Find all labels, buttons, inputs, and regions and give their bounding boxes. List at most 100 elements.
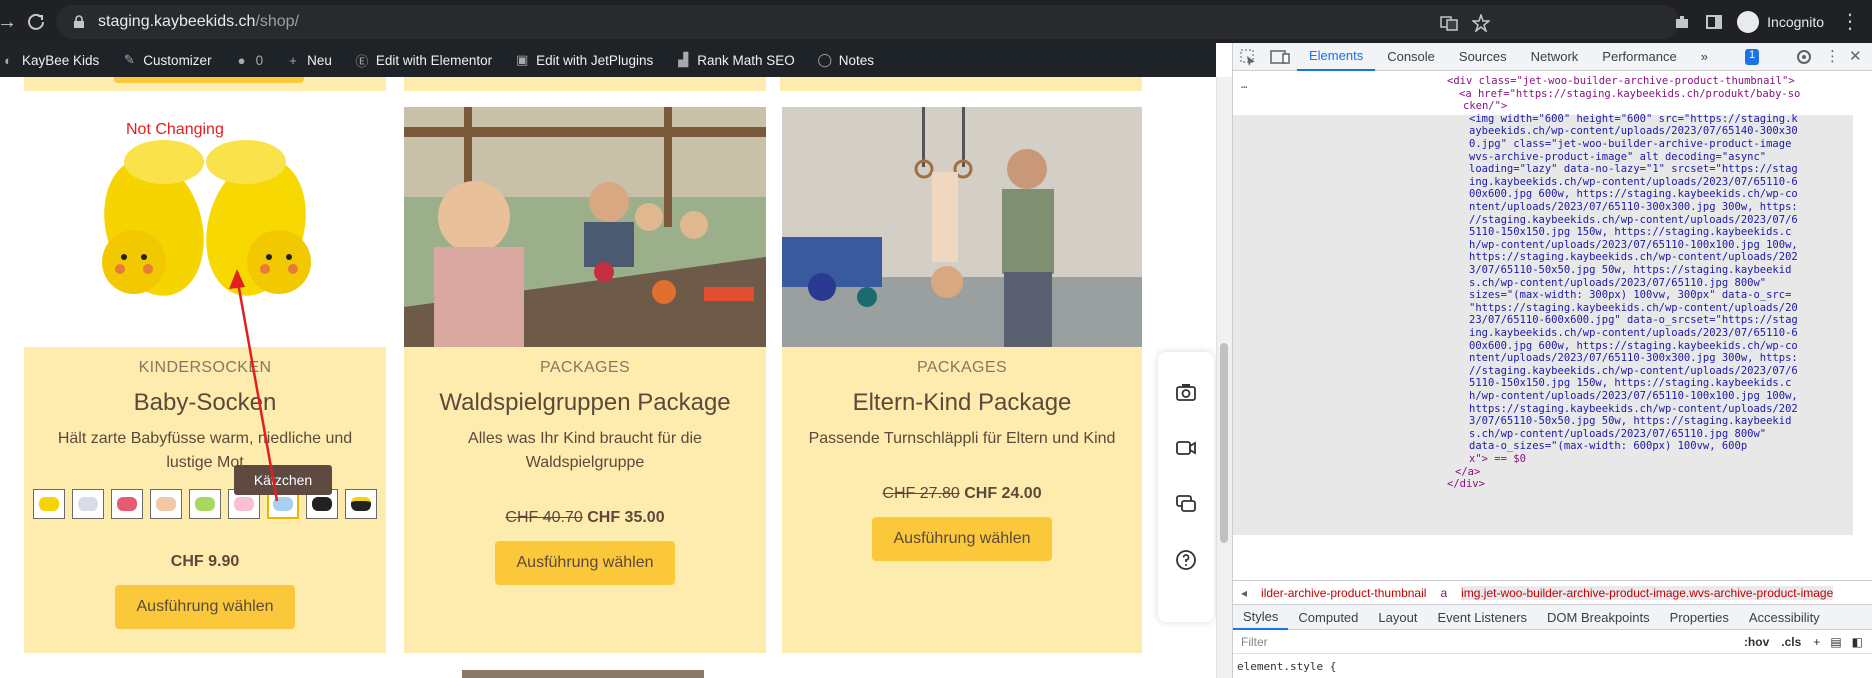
styles-filter-input[interactable]: Filter — [1241, 635, 1744, 649]
brush-icon: ✎ — [123, 52, 135, 67]
wp-elementor[interactable]: Ⓔ Edit with Elementor — [354, 52, 492, 69]
wp-admin-bar: ◐ KayBee Kids ✎ Customizer ● 0 + Neu Ⓔ Edit w… — [0, 43, 1216, 77]
breadcrumb-item-current[interactable]: img.jet-woo-builder-archive-product-imag… — [1461, 585, 1834, 600]
product-price: CHF 27.80 CHF 24.00 — [882, 485, 1042, 502]
jet-icon: ▣ — [516, 52, 529, 67]
wp-jetplugins[interactable]: ▣ Edit with JetPlugins — [514, 52, 653, 68]
browser-toolbar: → staging.kaybeekids.ch/shop/ Incognito … — [0, 0, 1872, 43]
chat-icon[interactable] — [1174, 492, 1198, 516]
dom-code-line[interactable]: </div> — [1447, 478, 1485, 491]
tab-performance[interactable]: Performance — [1590, 43, 1688, 71]
dom-code-line[interactable]: https://staging.kaybeekids.ch/wp-content… — [1469, 251, 1798, 264]
chrome-menu-icon[interactable]: ⋮ — [1838, 10, 1862, 34]
hov-toggle[interactable]: :hov — [1744, 635, 1769, 649]
side-panel-icon[interactable] — [1705, 13, 1723, 31]
tab-sources[interactable]: Sources — [1447, 43, 1519, 71]
device-toolbar-icon[interactable] — [1267, 48, 1297, 66]
subtab-accessibility[interactable]: Accessibility — [1739, 604, 1830, 630]
tab-elements[interactable]: Elements — [1297, 43, 1376, 71]
dom-code-line[interactable]: ing.kaybeekids.ch/wp-content/uploads/202… — [1469, 327, 1798, 340]
element-state-icon[interactable]: ▤ — [1830, 635, 1841, 649]
forward-icon[interactable]: → — [0, 10, 17, 34]
styles-subtabs: Styles Computed Layout Event Listeners D… — [1233, 604, 1872, 630]
product-title[interactable]: Eltern-Kind Package — [782, 389, 1142, 417]
extensions-icon[interactable] — [1673, 13, 1691, 31]
dom-code-line[interactable]: cken/"> — [1463, 100, 1507, 113]
ellipsis-icon[interactable]: … — [1241, 79, 1247, 92]
subtab-dom-breakpoints[interactable]: DOM Breakpoints — [1537, 604, 1660, 630]
settings-gear-icon[interactable] — [1795, 48, 1813, 66]
devtools-menu-icon[interactable]: ⋮ — [1825, 47, 1840, 65]
more-tabs-icon[interactable]: » — [1689, 43, 1720, 71]
address-bar[interactable]: staging.kaybeekids.ch/shop/ — [56, 5, 1680, 39]
dom-code-line[interactable]: 5110-150x150.jpg 150w, https://staging.k… — [1469, 377, 1791, 390]
wp-comments[interactable]: ● 0 — [234, 52, 263, 68]
inspect-element-icon[interactable] — [1233, 48, 1267, 66]
breadcrumb-item[interactable]: a — [1440, 586, 1447, 600]
dom-code-line[interactable]: h/wp-content/uploads/2023/07/65110-100x1… — [1469, 390, 1798, 403]
dom-code-line[interactable]: 00x600.jpg 600w, https://staging.kaybeek… — [1469, 340, 1798, 353]
dom-code-line[interactable]: s.ch/wp-content/uploads/2023/07/65110.jp… — [1469, 428, 1766, 441]
product-title[interactable]: Waldspielgruppen Package — [404, 389, 766, 417]
reload-icon[interactable] — [26, 12, 46, 32]
add-rule-icon[interactable]: + — [1813, 635, 1820, 649]
dom-code-line[interactable]: loading="lazy" data-no-lazy="1" srcset="… — [1469, 163, 1798, 176]
tab-console[interactable]: Console — [1375, 43, 1447, 71]
dom-code-line[interactable]: ntent/uploads/2023/07/65110-300x300.jpg … — [1469, 352, 1798, 365]
wp-customizer[interactable]: ✎ Customizer — [121, 52, 212, 68]
breadcrumb-left-icon[interactable]: ◂ — [1241, 586, 1247, 600]
cls-toggle[interactable]: .cls — [1781, 635, 1801, 649]
dom-code-line[interactable]: <img width="600" height="600" src="https… — [1469, 113, 1798, 126]
dom-code-line[interactable]: ing.kaybeekids.ch/wp-content/uploads/202… — [1469, 176, 1798, 189]
subtab-computed[interactable]: Computed — [1288, 604, 1368, 630]
breadcrumb-item[interactable]: ilder-archive-product-thumbnail — [1261, 586, 1426, 600]
wp-logo-icon: ◐ — [4, 52, 12, 68]
dom-code-line[interactable]: </a> — [1455, 466, 1480, 479]
dom-code-line[interactable]: "https://staging.kaybeekids.ch/wp-conten… — [1469, 302, 1798, 315]
product-image-eltern-kind[interactable] — [782, 107, 1142, 347]
dom-code-line[interactable]: data-o_sizes="(max-width: 600px) 100vw, … — [1469, 440, 1747, 453]
product-image-waldspielgruppen[interactable] — [404, 107, 766, 347]
dom-code-line[interactable]: https://staging.kaybeekids.ch/wp-content… — [1469, 403, 1798, 416]
subtab-styles[interactable]: Styles — [1233, 604, 1289, 630]
dom-code-line[interactable]: 23/07/65110-600x600.jpg" data-o_srcset="… — [1469, 314, 1798, 327]
dom-code-line[interactable]: 5110-150x150.jpg 150w, https://staging.k… — [1469, 226, 1791, 239]
computed-sidebar-icon[interactable]: ◧ — [1852, 635, 1863, 649]
subtab-layout[interactable]: Layout — [1368, 604, 1427, 630]
wp-notes[interactable]: ◯ Notes — [817, 52, 874, 68]
dom-code-line[interactable]: //staging.kaybeekids.ch/wp-content/uploa… — [1469, 214, 1798, 227]
dom-code-line[interactable]: //staging.kaybeekids.ch/wp-content/uploa… — [1469, 365, 1798, 378]
tab-network[interactable]: Network — [1519, 43, 1591, 71]
product-card-eltern-kind: PACKAGES Eltern-Kind Package Passende Tu… — [782, 347, 1142, 653]
dom-code-line[interactable]: ntent/uploads/2023/07/65110-300x300.jpg … — [1469, 201, 1798, 214]
wp-new[interactable]: + Neu — [285, 52, 332, 68]
subtab-properties[interactable]: Properties — [1660, 604, 1739, 630]
issues-badge[interactable]: 1 — [1745, 49, 1760, 65]
select-option-button[interactable]: Ausführung wählen — [494, 541, 676, 585]
dom-code-line[interactable]: x"> == $0 — [1469, 453, 1526, 466]
wp-site-name[interactable]: ◐ KayBee Kids — [0, 52, 99, 68]
dom-code-line[interactable]: <a href="https://staging.kaybeekids.ch/p… — [1459, 88, 1800, 101]
dom-code-line[interactable]: h/wp-content/uploads/2023/07/65110-100x1… — [1469, 239, 1798, 252]
incognito-profile[interactable]: Incognito — [1737, 10, 1824, 33]
url-path: /shop/ — [255, 13, 300, 30]
dom-code-line[interactable]: s.ch/wp-content/uploads/2023/07/65110.jp… — [1469, 277, 1766, 290]
subtab-event-listeners[interactable]: Event Listeners — [1427, 604, 1537, 630]
dom-code-line[interactable]: sizes="(max-width: 300px) 100vw, 300px" … — [1469, 289, 1791, 302]
translate-icon[interactable] — [1440, 14, 1458, 32]
page-scrollbar-thumb[interactable] — [1220, 343, 1228, 543]
video-icon[interactable] — [1174, 436, 1198, 460]
dom-code-line[interactable]: 0.jpg" class="jet-woo-builder-archive-pr… — [1469, 138, 1791, 151]
select-option-button[interactable]: Ausführung wählen — [871, 517, 1053, 561]
dom-code-line[interactable]: 3/07/65110-50x50.jpg 50w, https://stagin… — [1469, 415, 1791, 428]
dom-code-line[interactable]: <div class="jet-woo-builder-archive-prod… — [1447, 75, 1795, 88]
bookmark-star-icon[interactable] — [1472, 14, 1490, 32]
dom-code-line[interactable]: wvs-archive-product-image" alt decoding=… — [1469, 151, 1766, 164]
wp-rankmath[interactable]: ▟ Rank Math SEO — [675, 52, 795, 68]
help-icon[interactable] — [1174, 548, 1198, 572]
camera-icon[interactable] — [1174, 380, 1198, 404]
dom-code-line[interactable]: aybeekids.ch/wp-content/uploads/2023/07/… — [1469, 125, 1798, 138]
dom-code-line[interactable]: 3/07/65110-50x50.jpg 50w, https://stagin… — [1469, 264, 1791, 277]
dom-code-line[interactable]: 00x600.jpg 600w, https://staging.kaybeek… — [1469, 188, 1798, 201]
close-devtools-icon[interactable]: ✕ — [1849, 47, 1862, 65]
